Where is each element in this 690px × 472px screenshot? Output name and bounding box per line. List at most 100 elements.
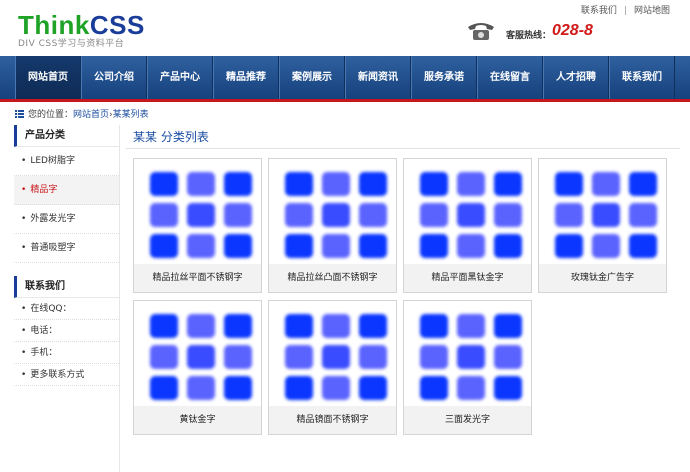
thumbnail-tile: [494, 172, 522, 196]
product-name[interactable]: 玫瑰钛金广告字: [539, 264, 666, 292]
thumbnail-tile: [457, 314, 485, 338]
thumbnail-tile: [224, 376, 252, 400]
bullet-icon: •: [21, 304, 27, 314]
product-thumbnail[interactable]: [277, 308, 388, 408]
sidebar-contact-label: 电话：: [30, 326, 58, 336]
thumbnail-tile: [224, 234, 252, 258]
nav-item[interactable]: 联系我们: [609, 56, 675, 99]
sidebar-contact-item[interactable]: • 电话：: [14, 320, 119, 342]
thumbnail-tile: [187, 234, 215, 258]
nav-item[interactable]: 服务承诺: [411, 56, 477, 99]
product-card[interactable]: 三面发光字: [403, 300, 532, 435]
thumbnail-tile: [457, 203, 485, 227]
thumbnail-tile: [322, 203, 350, 227]
product-thumbnail[interactable]: [547, 166, 658, 266]
sidebar-category-item[interactable]: • LED树脂字: [14, 147, 119, 176]
bullet-icon: •: [21, 156, 27, 166]
top-links: 联系我们 | 网站地图: [581, 3, 670, 16]
thumbnail-tile: [629, 234, 657, 258]
product-card[interactable]: 精品平面黑钛金字: [403, 158, 532, 293]
thumbnail-tile: [322, 345, 350, 369]
contact-list: • 在线QQ： • 电话： • 手机： • 更多联系方式: [14, 298, 119, 386]
telephone-icon: [468, 23, 494, 40]
thumbnail-tile: [555, 203, 583, 227]
thumbnail-tile: [224, 345, 252, 369]
sidebar-category-item[interactable]: • 精品字: [14, 176, 119, 205]
logo-think: Think: [18, 10, 90, 40]
product-name[interactable]: 精品拉丝凸面不锈钢字: [269, 264, 396, 292]
thumbnail-tile: [285, 345, 313, 369]
sidebar-category-item[interactable]: • 外露发光字: [14, 205, 119, 234]
sidebar-contact-item[interactable]: • 手机：: [14, 342, 119, 364]
nav-item[interactable]: 案例展示: [279, 56, 345, 99]
nav-item[interactable]: 新闻资讯: [345, 56, 411, 99]
product-name[interactable]: 三面发光字: [404, 406, 531, 434]
bullet-icon: •: [21, 214, 27, 224]
thumbnail-tile: [555, 172, 583, 196]
thumbnail-tile: [592, 234, 620, 258]
thumbnail-tile: [187, 314, 215, 338]
thumbnail-tile: [187, 172, 215, 196]
thumbnail-tile: [150, 203, 178, 227]
contact-title: 联系我们: [14, 276, 119, 298]
product-thumbnail[interactable]: [142, 308, 253, 408]
product-thumbnail[interactable]: [142, 166, 253, 266]
product-name[interactable]: 黄钛金字: [134, 406, 261, 434]
nav-item[interactable]: 公司介绍: [81, 56, 147, 99]
product-thumbnail[interactable]: [412, 166, 523, 266]
product-card[interactable]: 精品镜面不锈钢字: [268, 300, 397, 435]
thumbnail-tile: [494, 345, 522, 369]
thumbnail-tile: [224, 172, 252, 196]
thumbnail-tile: [150, 172, 178, 196]
toplink-sitemap[interactable]: 网站地图: [634, 6, 670, 16]
nav-item[interactable]: 产品中心: [147, 56, 213, 99]
nav-item[interactable]: 人才招聘: [543, 56, 609, 99]
breadcrumb-home-link[interactable]: 网站首页: [73, 110, 109, 120]
product-card[interactable]: 精品拉丝凸面不锈钢字: [268, 158, 397, 293]
sidebar-contact-item[interactable]: • 在线QQ：: [14, 298, 119, 320]
thumbnail-tile: [359, 376, 387, 400]
list-icon: [15, 110, 24, 118]
nav-item[interactable]: 精品推荐: [213, 56, 279, 99]
nav-item[interactable]: 网站首页: [15, 56, 81, 99]
product-card[interactable]: 玫瑰钛金广告字: [538, 158, 667, 293]
sidebar-category-label: LED树脂字: [30, 156, 75, 166]
toplink-contact[interactable]: 联系我们: [581, 6, 617, 16]
thumbnail-tile: [150, 345, 178, 369]
breadcrumb-current[interactable]: 某某列表: [113, 110, 149, 120]
product-card[interactable]: 黄钛金字: [133, 300, 262, 435]
thumbnail-tile: [285, 314, 313, 338]
thumbnail-tile: [322, 376, 350, 400]
logo-subtitle: DIV CSS学习与资料平台: [18, 39, 125, 49]
sidebar-contact-label: 在线QQ：: [30, 304, 72, 314]
product-thumbnail[interactable]: [277, 166, 388, 266]
sidebar-category-item[interactable]: • 普通吸塑字: [14, 234, 119, 263]
thumbnail-tile: [494, 234, 522, 258]
thumbnail-tile: [322, 172, 350, 196]
nav-item[interactable]: 在线留言: [477, 56, 543, 99]
thumbnail-tile: [629, 172, 657, 196]
product-name[interactable]: 精品平面黑钛金字: [404, 264, 531, 292]
category-title: 产品分类: [14, 125, 119, 147]
thumbnail-tile: [150, 234, 178, 258]
title-divider: [126, 148, 680, 149]
bullet-icon: •: [21, 370, 27, 380]
bullet-icon: •: [21, 348, 27, 358]
sidebar-contact-label: 更多联系方式: [30, 370, 85, 380]
thumbnail-tile: [592, 203, 620, 227]
nav-list: 网站首页 公司介绍 产品中心 精品推荐 案例展示 新闻资讯 服务承诺 在线留言 人才招聘 联系我们: [15, 56, 675, 99]
product-thumbnail[interactable]: [412, 308, 523, 408]
bullet-icon: •: [21, 185, 27, 195]
thumbnail-tile: [187, 376, 215, 400]
product-card[interactable]: 精品拉丝平面不锈钢字: [133, 158, 262, 293]
product-name[interactable]: 精品镜面不锈钢字: [269, 406, 396, 434]
hotline-number: 028-8: [552, 22, 593, 39]
product-name[interactable]: 精品拉丝平面不锈钢字: [134, 264, 261, 292]
site-logo[interactable]: ThinkCSS DIV CSS学习与资料平台: [18, 12, 145, 50]
sidebar-contact-item[interactable]: • 更多联系方式: [14, 364, 119, 386]
thumbnail-tile: [420, 345, 448, 369]
sidebar-category-label: 普通吸塑字: [30, 243, 76, 253]
thumbnail-tile: [150, 376, 178, 400]
header: ThinkCSS DIV CSS学习与资料平台 联系我们 | 网站地图 客服热线： …: [0, 0, 690, 56]
thumbnail-tile: [224, 203, 252, 227]
